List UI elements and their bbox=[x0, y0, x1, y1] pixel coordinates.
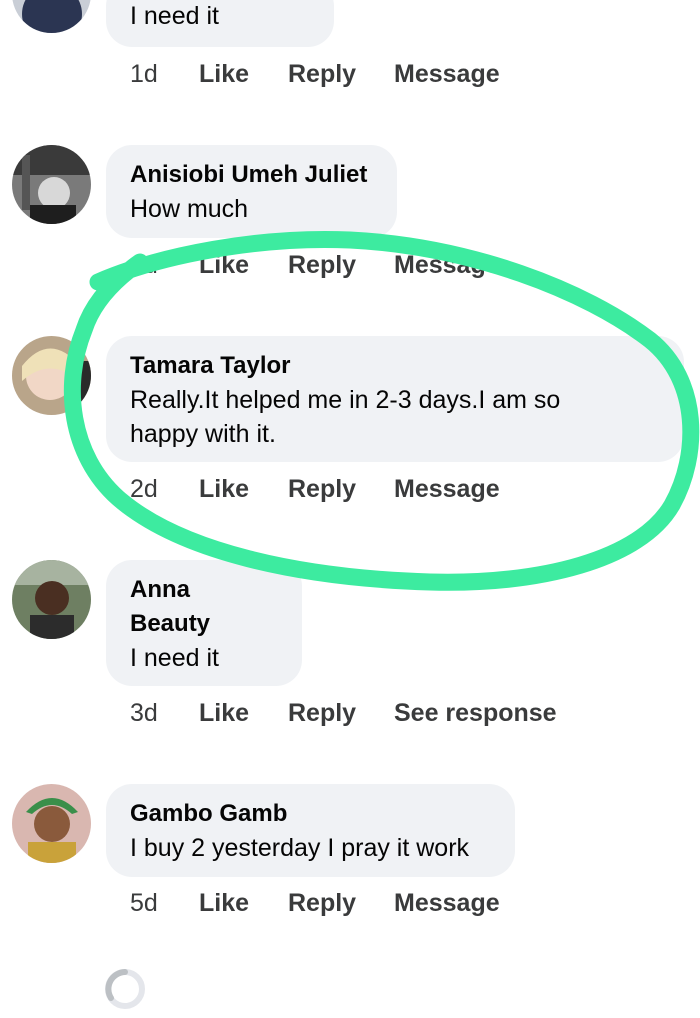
commenter-avatar[interactable] bbox=[12, 560, 91, 639]
comment-time: 3d bbox=[130, 699, 158, 727]
commenter-avatar[interactable] bbox=[12, 0, 91, 33]
comment-bubble: Tamara Taylor Really.It helped me in 2-3… bbox=[106, 336, 684, 462]
loading-spinner-icon bbox=[105, 969, 145, 1009]
message-button[interactable]: Message bbox=[394, 886, 500, 920]
comment-text: I need it bbox=[130, 2, 219, 30]
see-response-button[interactable]: See response bbox=[394, 696, 557, 730]
comment-time: 1d bbox=[130, 251, 158, 279]
comment-bubble: Anna Beauty I need it bbox=[106, 560, 302, 686]
reply-button[interactable]: Reply bbox=[288, 696, 356, 730]
reply-button[interactable]: Reply bbox=[288, 472, 356, 506]
reply-button[interactable]: Reply bbox=[288, 886, 356, 920]
comment-text: I need it bbox=[130, 644, 219, 672]
comment-time: 1d bbox=[130, 60, 158, 88]
commenter-name[interactable]: Anna bbox=[130, 573, 278, 607]
message-button[interactable]: Message bbox=[394, 248, 500, 282]
like-button[interactable]: Like bbox=[199, 472, 249, 506]
commenter-name[interactable]: Tamara Taylor bbox=[130, 349, 660, 383]
comment-time: 5d bbox=[130, 889, 158, 917]
comment-bubble: Gambo Gamb I buy 2 yesterday I pray it w… bbox=[106, 784, 515, 877]
comment-bubble: Anisiobi Umeh Juliet How much bbox=[106, 145, 397, 238]
commenter-avatar[interactable] bbox=[12, 784, 91, 863]
commenter-avatar[interactable] bbox=[12, 336, 91, 415]
commenter-avatar[interactable] bbox=[12, 145, 91, 224]
comment-text-line: happy with it. bbox=[130, 420, 276, 448]
reply-button[interactable]: Reply bbox=[288, 57, 356, 91]
like-button[interactable]: Like bbox=[199, 248, 249, 282]
message-button[interactable]: Message bbox=[394, 57, 500, 91]
like-button[interactable]: Like bbox=[199, 57, 249, 91]
commenter-name[interactable]: Gambo Gamb bbox=[130, 797, 491, 831]
comment-bubble: I need it bbox=[106, 0, 334, 47]
commenter-name[interactable]: Beauty bbox=[130, 607, 278, 641]
comment-text: I buy 2 yesterday I pray it work bbox=[130, 834, 470, 862]
message-button[interactable]: Message bbox=[394, 472, 500, 506]
comment-time: 2d bbox=[130, 475, 158, 503]
commenter-name[interactable]: Anisiobi Umeh Juliet bbox=[130, 158, 373, 192]
like-button[interactable]: Like bbox=[199, 696, 249, 730]
comment-text-line: Really.It helped me in 2-3 days.I am so bbox=[130, 386, 561, 414]
like-button[interactable]: Like bbox=[199, 886, 249, 920]
reply-button[interactable]: Reply bbox=[288, 248, 356, 282]
comment-text: How much bbox=[130, 195, 249, 223]
